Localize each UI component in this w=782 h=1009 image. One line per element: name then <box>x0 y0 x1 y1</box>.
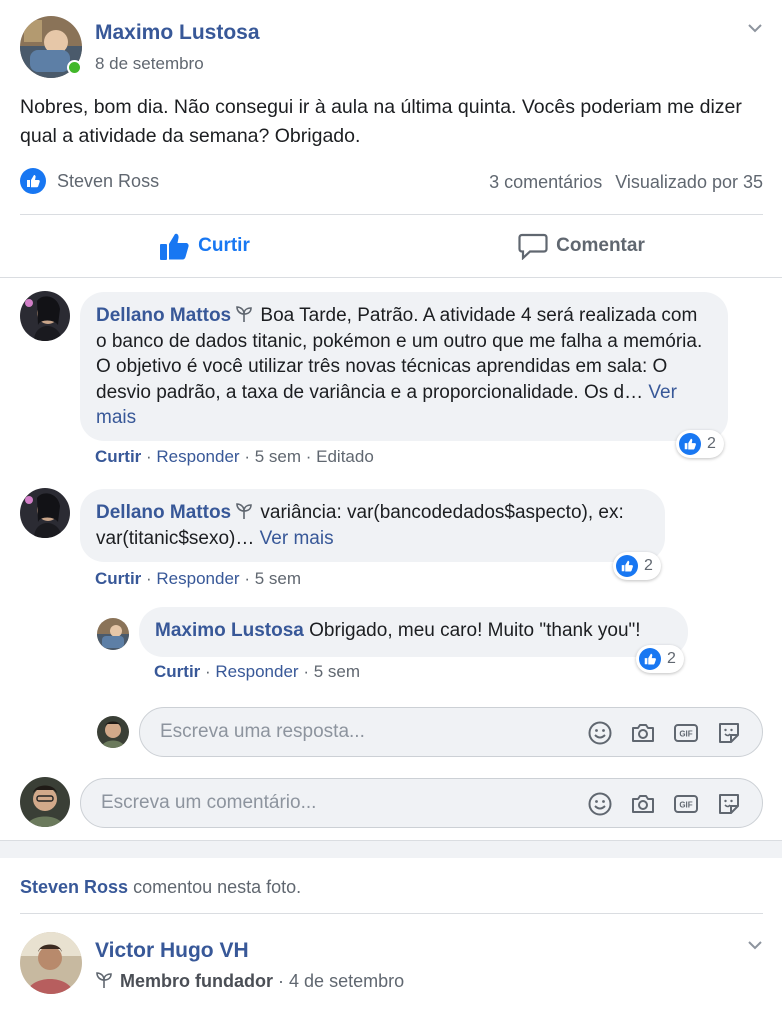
comment-time[interactable]: 5 sem <box>255 569 301 588</box>
see-more-link[interactable]: Ver mais <box>260 528 334 549</box>
comment-avatar[interactable] <box>20 488 70 538</box>
online-status-dot <box>67 60 82 75</box>
post-body-text: Nobres, bom dia. Não consegui ir à aula … <box>20 96 742 147</box>
like-reaction-icon[interactable] <box>20 168 46 194</box>
comment-bubble: Dellano Mattos Boa Tarde, Patrão. A ativ… <box>80 292 728 441</box>
reaction-count: 2 <box>644 557 653 574</box>
member-badge[interactable]: Membro fundador <box>120 971 273 991</box>
post-date[interactable]: 8 de setembro <box>95 54 204 74</box>
liker-name[interactable]: Steven Ross <box>57 171 159 191</box>
avatar-photo <box>20 932 82 994</box>
comment-time[interactable]: 5 sem <box>255 447 301 466</box>
feed-separator <box>0 840 782 858</box>
reply-time[interactable]: 5 sem <box>314 662 360 681</box>
comment-actions: Curtir · Responder · 5 sem · Editado <box>95 447 374 466</box>
seen-by-count[interactable]: Visualizado por 35 <box>615 172 763 192</box>
next-post-date[interactable]: 4 de setembro <box>289 971 404 991</box>
reply-text: Obrigado, meu caro! Muito "thank you"! <box>309 620 641 641</box>
sprout-icon <box>96 972 112 988</box>
comment-input-placeholder: Escreva um comentário... <box>101 792 317 813</box>
reaction-count: 2 <box>667 650 676 667</box>
comment-like-link[interactable]: Curtir <box>95 447 141 466</box>
like-reaction-icon <box>679 433 701 455</box>
comment-button[interactable]: Comentar <box>400 225 763 267</box>
next-post-author-name[interactable]: Victor Hugo VH <box>95 939 249 963</box>
comment-author[interactable]: Dellano Mattos <box>96 305 231 326</box>
reply-input[interactable]: Escreva uma resposta... GIF <box>139 707 763 757</box>
reply-bubble: Maximo Lustosa Obrigado, meu caro! Muito… <box>139 607 688 657</box>
comment-actions: Curtir · Responder · 5 sem <box>95 569 301 588</box>
reply-actions: Curtir · Responder · 5 sem <box>154 662 360 681</box>
like-reaction-icon <box>616 555 638 577</box>
current-user-avatar[interactable] <box>20 777 70 827</box>
gif-icon[interactable]: GIF <box>673 791 699 817</box>
reply-reply-link[interactable]: Responder <box>215 662 298 681</box>
svg-text:GIF: GIF <box>679 801 692 810</box>
activity-divider <box>20 913 763 914</box>
comment-reply-link[interactable]: Responder <box>156 569 239 588</box>
avatar-photo <box>20 777 70 827</box>
reply-input-placeholder: Escreva uma resposta... <box>160 721 365 742</box>
gif-icon[interactable]: GIF <box>673 720 699 746</box>
next-post-author-avatar[interactable] <box>20 932 82 994</box>
activity-text: comentou nesta foto. <box>133 877 302 897</box>
next-post-meta: Membro fundador · 4 de setembro <box>95 971 404 992</box>
camera-icon[interactable] <box>630 720 656 746</box>
actions-divider <box>0 277 782 278</box>
sticker-icon[interactable] <box>716 720 742 746</box>
current-user-avatar[interactable] <box>97 716 129 748</box>
comments-count[interactable]: 3 comentários <box>489 172 602 192</box>
like-button-label: Curtir <box>198 235 250 256</box>
stats-divider <box>20 214 763 215</box>
post-author-name[interactable]: Maximo Lustosa <box>95 21 260 45</box>
comment-button-label: Comentar <box>556 235 645 256</box>
sprout-icon <box>236 503 252 519</box>
post-options-chevron-icon[interactable] <box>748 23 762 33</box>
reply-like-link[interactable]: Curtir <box>154 662 200 681</box>
like-button[interactable]: Curtir <box>20 225 390 267</box>
comment-like-link[interactable]: Curtir <box>95 569 141 588</box>
reaction-count: 2 <box>707 435 716 452</box>
thumbs-up-icon <box>160 233 189 260</box>
comment-reply-link[interactable]: Responder <box>156 447 239 466</box>
comment-bubble-icon <box>518 233 548 260</box>
emoji-icon[interactable] <box>587 791 613 817</box>
next-post-options-chevron-icon[interactable] <box>748 940 762 950</box>
svg-text:GIF: GIF <box>679 730 692 739</box>
reply-author[interactable]: Maximo Lustosa <box>155 620 304 641</box>
sprout-icon <box>236 306 252 322</box>
comment-bubble: Dellano Mattos variância: var(bancodedad… <box>80 489 665 562</box>
comment-author[interactable]: Dellano Mattos <box>96 502 231 523</box>
comment-edited-label[interactable]: Editado <box>316 447 374 466</box>
camera-icon[interactable] <box>630 791 656 817</box>
activity-line: Steven Ross comentou nesta foto. <box>20 877 301 898</box>
comment-reaction-count[interactable]: 2 <box>613 552 661 580</box>
like-reaction-icon <box>639 648 661 670</box>
reply-reaction-count[interactable]: 2 <box>636 645 684 673</box>
reply-avatar[interactable] <box>97 618 129 650</box>
activity-actor[interactable]: Steven Ross <box>20 877 128 897</box>
emoji-icon[interactable] <box>587 720 613 746</box>
avatar-photo <box>97 716 129 748</box>
avatar-photo <box>97 618 129 650</box>
comment-input[interactable]: Escreva um comentário... GIF <box>80 778 763 828</box>
post-stats-row: Steven Ross 3 comentários Visualizado po… <box>20 168 763 198</box>
avatar-photo <box>20 291 70 341</box>
comment-reaction-count[interactable]: 2 <box>676 430 724 458</box>
avatar-photo <box>20 488 70 538</box>
comment-avatar[interactable] <box>20 291 70 341</box>
sticker-icon[interactable] <box>716 791 742 817</box>
